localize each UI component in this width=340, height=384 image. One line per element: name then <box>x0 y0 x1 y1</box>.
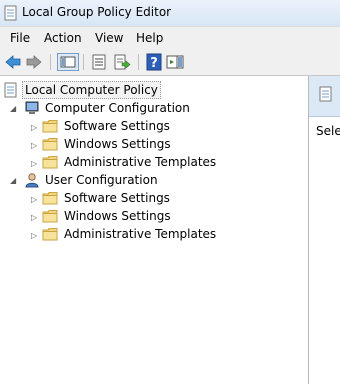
folder-icon <box>42 210 58 223</box>
expand-triangle-icon[interactable]: ▷ <box>31 159 37 168</box>
title-bar: Local Group Policy Editor <box>0 0 340 26</box>
collapse-triangle-icon[interactable]: ◢ <box>10 176 16 185</box>
show-hide-console-tree-icon[interactable] <box>57 53 79 71</box>
menu-file[interactable]: File <box>10 31 30 45</box>
window-title: Local Group Policy Editor <box>22 5 172 19</box>
tree-item-label: Administrative Templates <box>64 227 217 241</box>
expand-triangle-icon[interactable]: ▷ <box>31 195 37 204</box>
expand-triangle-icon[interactable]: ▷ <box>31 213 37 222</box>
policy-editor-icon <box>4 5 17 21</box>
details-header <box>309 76 340 117</box>
tree-item-label: Software Settings <box>64 119 170 133</box>
menu-help[interactable]: Help <box>136 31 163 45</box>
tree-item-local-computer-policy[interactable]: Local Computer Policy <box>4 81 161 99</box>
details-pane: Selec <box>309 76 340 384</box>
expand-triangle-icon[interactable]: ▷ <box>31 231 37 240</box>
tree-item-label: Administrative Templates <box>64 155 217 169</box>
computer-icon <box>25 101 39 114</box>
menu-bar: File Action View Help <box>0 26 340 49</box>
details-hint-text: Selec <box>316 124 340 138</box>
tree-item-computer-software-settings[interactable]: Software Settings <box>42 117 172 135</box>
folder-icon <box>42 138 58 151</box>
toolbar-separator <box>83 54 84 70</box>
tree-item-label: Windows Settings <box>64 137 171 151</box>
folder-icon <box>42 120 58 133</box>
toolbar: ? <box>0 49 340 76</box>
collapse-triangle-icon[interactable]: ◢ <box>10 104 16 113</box>
tree-item-label: Computer Configuration <box>45 101 190 115</box>
menu-view[interactable]: View <box>95 31 123 45</box>
expand-triangle-icon[interactable]: ▷ <box>31 123 37 132</box>
tree-item-computer-administrative-templates[interactable]: Administrative Templates <box>42 153 216 171</box>
tree-item-computer-configuration[interactable]: Computer Configuration <box>24 99 190 117</box>
tree-item-user-software-settings[interactable]: Software Settings <box>42 189 172 207</box>
tree-item-computer-windows-settings[interactable]: Windows Settings <box>42 135 172 153</box>
tree-item-label: Software Settings <box>64 191 170 205</box>
tree-item-user-administrative-templates[interactable]: Administrative Templates <box>42 225 216 243</box>
tree-item-label: Windows Settings <box>64 209 171 223</box>
folder-icon <box>42 192 58 205</box>
expand-triangle-icon[interactable]: ▷ <box>31 141 37 150</box>
show-hide-action-pane-icon[interactable] <box>166 53 184 71</box>
policy-document-icon <box>4 82 17 98</box>
export-list-icon[interactable] <box>113 53 131 71</box>
toolbar-separator <box>138 54 139 70</box>
folder-icon <box>42 228 58 241</box>
back-arrow-icon[interactable] <box>4 53 22 71</box>
policy-document-icon <box>319 86 332 102</box>
help-icon[interactable]: ? <box>145 53 163 71</box>
folder-icon <box>42 156 58 169</box>
svg-text:?: ? <box>150 56 158 71</box>
tree-item-user-configuration[interactable]: User Configuration <box>24 171 164 189</box>
forward-arrow-icon[interactable] <box>25 53 43 71</box>
menu-action[interactable]: Action <box>44 31 82 45</box>
tree-item-label: User Configuration <box>45 173 158 187</box>
user-icon <box>25 173 39 188</box>
tree-item-label: Local Computer Policy <box>22 81 161 99</box>
toolbar-separator <box>50 54 51 70</box>
console-tree: Local Computer Policy ◢ Computer Configu… <box>0 76 309 384</box>
tree-item-user-windows-settings[interactable]: Windows Settings <box>42 207 172 225</box>
properties-icon[interactable] <box>90 53 108 71</box>
